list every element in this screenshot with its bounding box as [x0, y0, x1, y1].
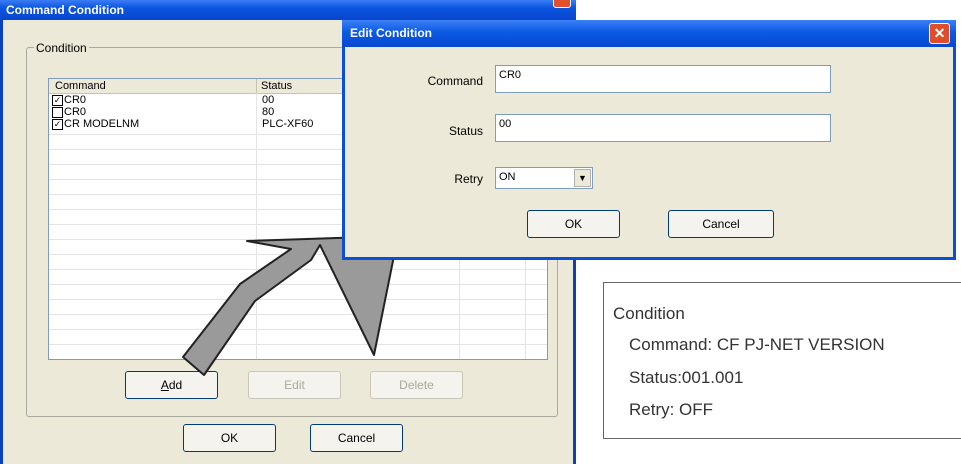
status-label: Status [448, 124, 483, 138]
close-icon[interactable]: ✕ [929, 23, 950, 44]
condition-info-box: Condition Command: CF PJ-NET VERSION Sta… [603, 282, 961, 439]
status-field[interactable]: 00 [495, 114, 831, 142]
retry-select[interactable]: ON ▼ [495, 167, 593, 189]
info-status: Status:001.001 [629, 368, 744, 387]
info-retry: Retry: OFF [629, 400, 714, 419]
chevron-down-icon[interactable]: ▼ [574, 169, 591, 187]
command-label: Command [427, 74, 483, 88]
edit-condition-titlebar[interactable]: Edit Condition ✕ [342, 20, 956, 47]
retry-selected-value: ON [499, 171, 516, 183]
info-heading: Condition [613, 304, 685, 323]
edit-ok-button[interactable]: OK [527, 210, 620, 238]
edit-cancel-button[interactable]: Cancel [668, 210, 774, 238]
retry-label: Retry [454, 172, 483, 186]
edit-condition-dialog: Edit Condition ✕ Command CR0 Status 00 R… [342, 20, 956, 260]
command-field[interactable]: CR0 [495, 65, 831, 93]
info-command: Command: CF PJ-NET VERSION [629, 335, 885, 354]
edit-condition-title: Edit Condition [350, 26, 432, 40]
